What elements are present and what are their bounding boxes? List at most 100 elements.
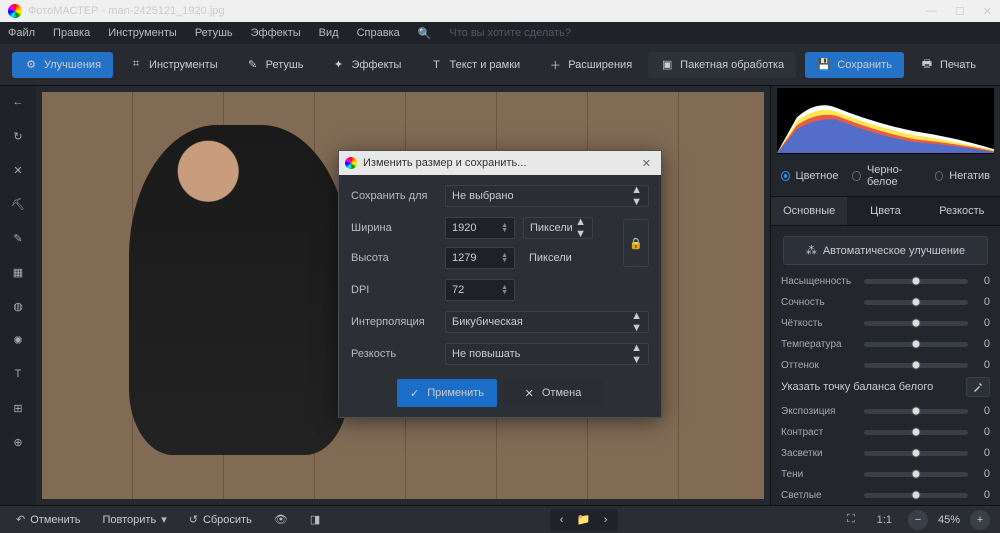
slider-shadows: Тени0 — [781, 468, 990, 480]
print-icon: 🖶 — [920, 58, 934, 72]
chevron-icon: ▲▼ — [631, 342, 642, 366]
stepper-icon: ▲▼ — [501, 253, 508, 263]
print-button[interactable]: 🖶Печать — [908, 52, 988, 78]
stepper-icon: ▲▼ — [501, 223, 508, 233]
minimize-button[interactable]: — — [926, 5, 937, 18]
tab-extensions[interactable]: ＋Расширения — [536, 52, 644, 78]
undo-button[interactable]: ↶ Отменить — [10, 511, 86, 528]
menu-view[interactable]: Вид — [319, 27, 339, 39]
menu-edit[interactable]: Правка — [53, 27, 90, 39]
search-prompt[interactable]: Что вы хотите сделать? — [449, 27, 571, 39]
slider-track[interactable] — [864, 430, 968, 435]
menu-effects[interactable]: Эффекты — [251, 27, 301, 39]
gradient-icon[interactable]: ▦ — [8, 262, 28, 282]
height-input[interactable]: 1279▲▼ — [445, 247, 515, 269]
radial-icon[interactable]: ✺ — [8, 330, 28, 350]
auto-enhance-button[interactable]: ⁂ Автоматическое улучшение — [783, 236, 988, 265]
close-button[interactable]: ✕ — [983, 5, 992, 18]
back-icon[interactable]: ← — [8, 92, 28, 112]
tab-enhance[interactable]: ⚙Улучшения — [12, 52, 113, 78]
sharp-select[interactable]: Не повышать▲▼ — [445, 343, 649, 365]
menu-tools[interactable]: Инструменты — [108, 27, 177, 39]
fit-button[interactable]: ⛶ — [841, 511, 861, 528]
next-button[interactable]: › — [596, 511, 616, 529]
dialog-icon — [345, 157, 357, 169]
save-for-label: Сохранить для — [351, 190, 437, 202]
guides-icon[interactable]: ⊞ — [8, 398, 28, 418]
slider-saturation: Насыщенность0 — [781, 275, 990, 287]
sliders-icon: ⚙ — [24, 58, 38, 72]
adjust-tabs: Основные Цвета Резкость — [771, 196, 1000, 226]
link-aspect-button[interactable]: 🔒 — [623, 219, 649, 267]
radio-bw[interactable] — [852, 171, 861, 181]
slider-track[interactable] — [864, 409, 968, 414]
redo-button[interactable]: Повторить ▾ — [96, 511, 172, 528]
window-title: ФотоМАСТЕР - man-2425121_1920.jpg — [28, 5, 926, 17]
slider-track[interactable] — [864, 472, 968, 477]
wb-label: Указать точку баланса белого — [781, 381, 933, 393]
save-icon: 💾 — [817, 58, 831, 72]
target-icon[interactable]: ⊕ — [8, 432, 28, 452]
interp-select[interactable]: Бикубическая▲▼ — [445, 311, 649, 333]
dpi-input[interactable]: 72▲▼ — [445, 279, 515, 301]
tab-tools[interactable]: ⌗Инструменты — [117, 52, 230, 78]
brush-icon[interactable]: ✎ — [8, 228, 28, 248]
eyedropper-button[interactable] — [966, 377, 990, 397]
slider-track[interactable] — [864, 279, 968, 284]
stepper-icon: ▲▼ — [501, 285, 508, 295]
width-unit-select[interactable]: Пиксели▲▼ — [523, 217, 593, 239]
save-for-select[interactable]: Не выбрано▲▼ — [445, 185, 649, 207]
sliders-group-2: Экспозиция0 Контраст0 Засветки0 Тени0 Св… — [771, 405, 1000, 501]
menu-bar: Файл Правка Инструменты Ретушь Эффекты В… — [0, 22, 1000, 44]
save-button[interactable]: 💾Сохранить — [805, 52, 904, 78]
prev-button[interactable]: ‹ — [552, 511, 572, 529]
file-name: man-2425121_1920.jpg — [108, 5, 224, 17]
chevron-icon: ▲▼ — [575, 216, 586, 240]
dialog-close-button[interactable]: ✕ — [638, 157, 655, 170]
menu-file[interactable]: Файл — [8, 27, 35, 39]
height-unit-label: Пиксели — [523, 247, 593, 269]
slider-track[interactable] — [864, 451, 968, 456]
vignette-icon[interactable]: ◍ — [8, 296, 28, 316]
tab-basic[interactable]: Основные — [771, 197, 847, 225]
ratio-button[interactable]: 1:1 — [871, 512, 898, 528]
maximize-button[interactable]: ☐ — [955, 5, 965, 18]
height-label: Высота — [351, 252, 437, 264]
width-input[interactable]: 1920▲▼ — [445, 217, 515, 239]
batch-button[interactable]: ▣Пакетная обработка — [648, 52, 796, 78]
tab-text[interactable]: TТекст и рамки — [417, 52, 532, 78]
cancel-button[interactable]: ✕Отмена — [503, 379, 603, 407]
menu-help[interactable]: Справка — [357, 27, 400, 39]
tab-sharp[interactable]: Резкость — [924, 197, 1000, 225]
menu-retouch[interactable]: Ретушь — [195, 27, 233, 39]
zoom-out-button[interactable]: − — [908, 510, 928, 530]
tab-colors[interactable]: Цвета — [847, 197, 923, 225]
reset-button[interactable]: ↺ Сбросить — [183, 511, 258, 528]
radio-neg[interactable] — [935, 171, 944, 181]
text-tool-icon[interactable]: T — [8, 364, 28, 384]
stamp-icon[interactable]: ⛏ — [8, 194, 28, 214]
preview-toggle[interactable]: 👁 — [268, 511, 294, 528]
slider-track[interactable] — [864, 363, 968, 368]
tab-retouch[interactable]: ✎Ретушь — [234, 52, 316, 78]
slider-track[interactable] — [864, 342, 968, 347]
zoom-in-button[interactable]: + — [970, 510, 990, 530]
wand-icon: ⁂ — [806, 244, 817, 257]
folder-button[interactable]: 📁 — [574, 511, 594, 529]
white-balance-row: Указать точку баланса белого — [771, 373, 1000, 399]
dialog-title-bar[interactable]: Изменить размер и сохранить... ✕ — [339, 151, 661, 175]
radio-color[interactable] — [781, 171, 790, 181]
width-label: Ширина — [351, 222, 437, 234]
slider-track[interactable] — [864, 493, 968, 498]
right-panel: Цветное Черно-белое Негатив Основные Цве… — [770, 86, 1000, 505]
apply-button[interactable]: ✓Применить — [397, 379, 497, 407]
slider-track[interactable] — [864, 321, 968, 326]
eyedropper-icon — [972, 381, 984, 393]
rotate-icon[interactable]: ↻ — [8, 126, 28, 146]
heal-icon[interactable]: ✕ — [8, 160, 28, 180]
slider-clarity: Чёткость0 — [781, 317, 990, 329]
tab-effects[interactable]: ✦Эффекты — [319, 52, 413, 78]
text-icon: T — [429, 58, 443, 72]
compare-toggle[interactable]: ◨ — [304, 511, 326, 528]
slider-track[interactable] — [864, 300, 968, 305]
